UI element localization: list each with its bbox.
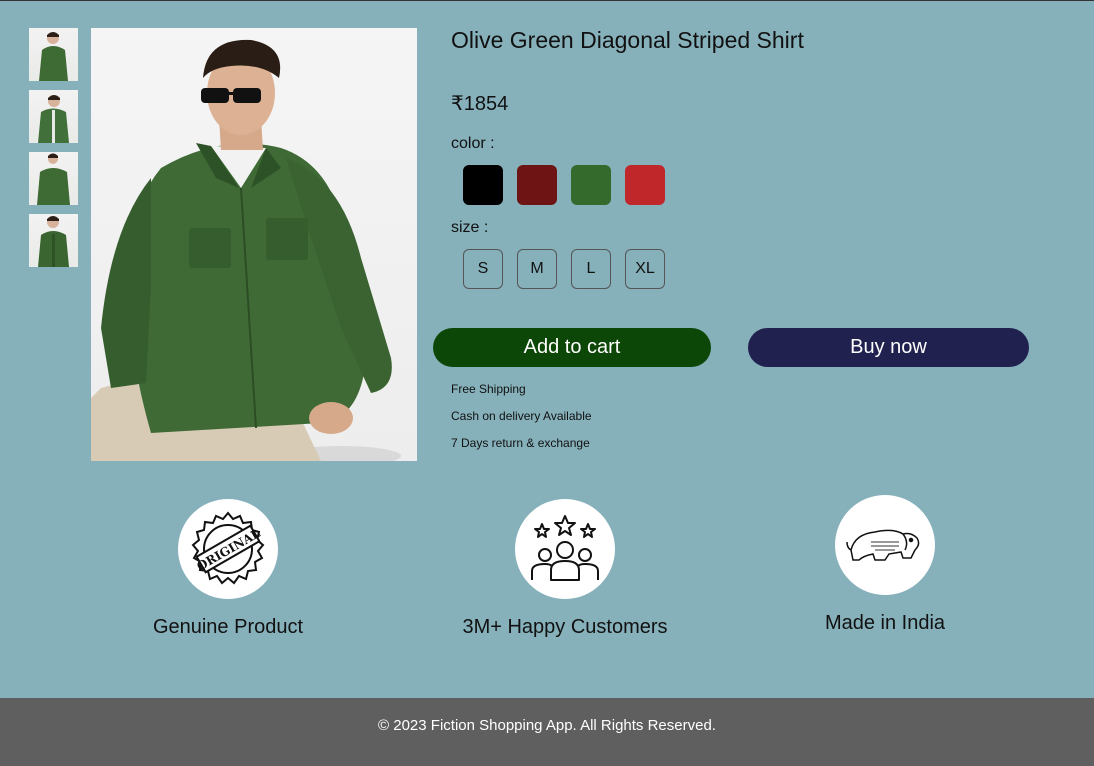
size-option-l[interactable]: L — [571, 249, 611, 289]
feature-genuine-product: ORIGINAL Genuine Product — [128, 499, 328, 639]
perk-free-shipping: Free Shipping — [451, 382, 526, 396]
feature-caption: Made in India — [824, 612, 946, 634]
size-label: size : — [451, 219, 489, 236]
product-price: ₹1854 — [451, 93, 509, 115]
product-title: Olive Green Diagonal Striped Shirt — [451, 27, 804, 53]
size-options: S M L XL — [463, 249, 665, 289]
happy-customers-icon — [515, 499, 615, 599]
product-thumbnail[interactable] — [29, 152, 78, 205]
size-option-s[interactable]: S — [463, 249, 503, 289]
product-thumbnail[interactable] — [29, 214, 78, 267]
buy-now-button[interactable]: Buy now — [748, 328, 1029, 367]
product-main-image — [91, 28, 417, 461]
size-option-xl[interactable]: XL — [625, 249, 665, 289]
make-in-india-lion-icon — [835, 495, 935, 595]
feature-caption: 3M+ Happy Customers — [462, 616, 668, 638]
perk-return-exchange: 7 Days return & exchange — [451, 436, 590, 450]
feature-made-in-india: Made in India — [785, 495, 985, 635]
size-option-m[interactable]: M — [517, 249, 557, 289]
feature-happy-customers: 3M+ Happy Customers — [447, 499, 683, 639]
feature-caption: Genuine Product — [152, 616, 304, 638]
product-thumbnail[interactable] — [29, 28, 78, 81]
original-stamp-icon: ORIGINAL — [178, 499, 278, 599]
color-swatch-red[interactable] — [625, 165, 665, 205]
color-swatch-maroon[interactable] — [517, 165, 557, 205]
color-swatch-black[interactable] — [463, 165, 503, 205]
color-swatch-green[interactable] — [571, 165, 611, 205]
footer: © 2023 Fiction Shopping App. All Rights … — [0, 698, 1094, 766]
color-swatches — [463, 165, 665, 205]
color-label: color : — [451, 135, 495, 152]
perk-cash-on-delivery: Cash on delivery Available — [451, 409, 592, 423]
product-thumbnail[interactable] — [29, 90, 78, 143]
copyright-text: © 2023 Fiction Shopping App. All Rights … — [378, 717, 716, 734]
perks-list: Free Shipping Cash on delivery Available… — [451, 382, 592, 463]
thumbnail-list — [29, 28, 78, 276]
add-to-cart-button[interactable]: Add to cart — [433, 328, 711, 367]
